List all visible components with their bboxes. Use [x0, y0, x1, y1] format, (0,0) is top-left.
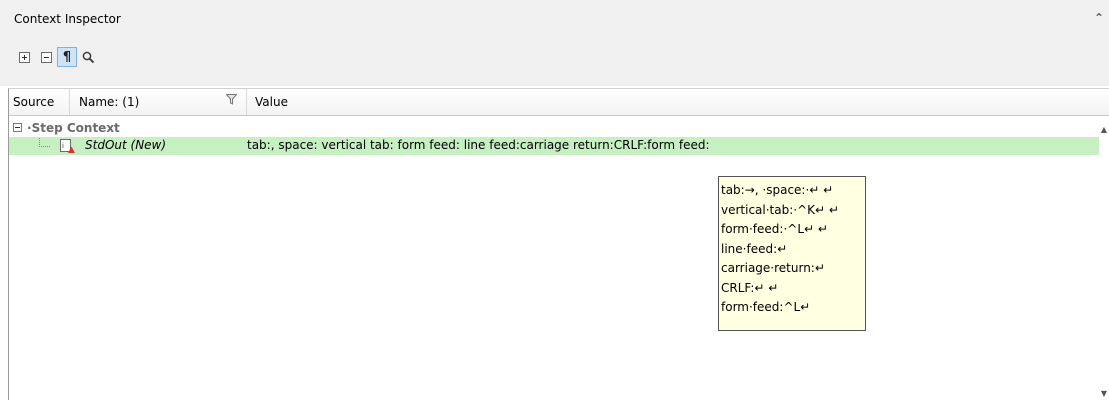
- collapse-group-icon[interactable]: [13, 123, 22, 132]
- svg-text:i: i: [62, 142, 64, 150]
- plus-box-icon: [18, 51, 30, 63]
- grid-header: Source Name: (1) Value: [9, 89, 1109, 116]
- group-label: ·Step Context: [27, 121, 120, 135]
- column-name-label: Name: (1): [79, 95, 140, 109]
- tooltip-line: carriage·return:↵: [721, 261, 825, 275]
- minus-box-icon: [40, 51, 52, 63]
- group-label-text: Step Context: [31, 121, 120, 135]
- column-header-value[interactable]: Value: [247, 89, 1107, 115]
- scroll-down-icon[interactable]: ▼: [1101, 389, 1107, 398]
- expand-all-button[interactable]: [14, 47, 34, 67]
- row-name: StdOut (New): [85, 138, 167, 152]
- show-whitespace-button[interactable]: ¶: [57, 47, 77, 67]
- pilcrow-icon: ¶: [62, 49, 72, 65]
- search-button[interactable]: [78, 47, 98, 67]
- column-header-name[interactable]: Name: (1): [70, 89, 247, 115]
- tooltip-line: vertical·tab:·^K↵ ↵: [721, 202, 839, 217]
- filter-icon[interactable]: [225, 94, 237, 106]
- tooltip-line: tab:→, ·space:·↵ ↵: [721, 183, 834, 197]
- panel-titlebar: Context Inspector ⌃: [0, 0, 1109, 38]
- search-icon: [82, 51, 94, 63]
- context-grid: Source Name: (1) Value ·Step Context i S…: [8, 88, 1109, 400]
- panel-title: Context Inspector: [14, 12, 121, 26]
- tooltip-line: line·feed:↵: [721, 241, 788, 256]
- column-source-label: Source: [13, 95, 55, 109]
- tooltip-line: CRLF:↵ ↵: [721, 280, 779, 295]
- column-header-source[interactable]: Source: [9, 89, 70, 115]
- collapse-all-button[interactable]: [36, 47, 56, 67]
- row-value: tab:, space: vertical tab: form feed: li…: [247, 138, 710, 152]
- collapse-panel-icon[interactable]: ⌃: [1094, 11, 1104, 25]
- toolbar: ¶: [0, 38, 1109, 86]
- table-row[interactable]: i StdOut (New) tab:, space: vertical tab…: [9, 137, 1099, 155]
- tooltip-line: form·feed:^L↵: [721, 300, 811, 314]
- tooltip-line: form·feed:·^L↵ ↵: [721, 222, 828, 236]
- tree-connector: [39, 138, 50, 147]
- stdout-variable-icon: i: [60, 139, 75, 153]
- value-tooltip: tab:→, ·space:·↵ ↵ vertical·tab:·^K↵ ↵ f…: [718, 176, 866, 331]
- column-value-label: Value: [255, 95, 288, 109]
- scroll-up-icon[interactable]: ▲: [1101, 125, 1107, 134]
